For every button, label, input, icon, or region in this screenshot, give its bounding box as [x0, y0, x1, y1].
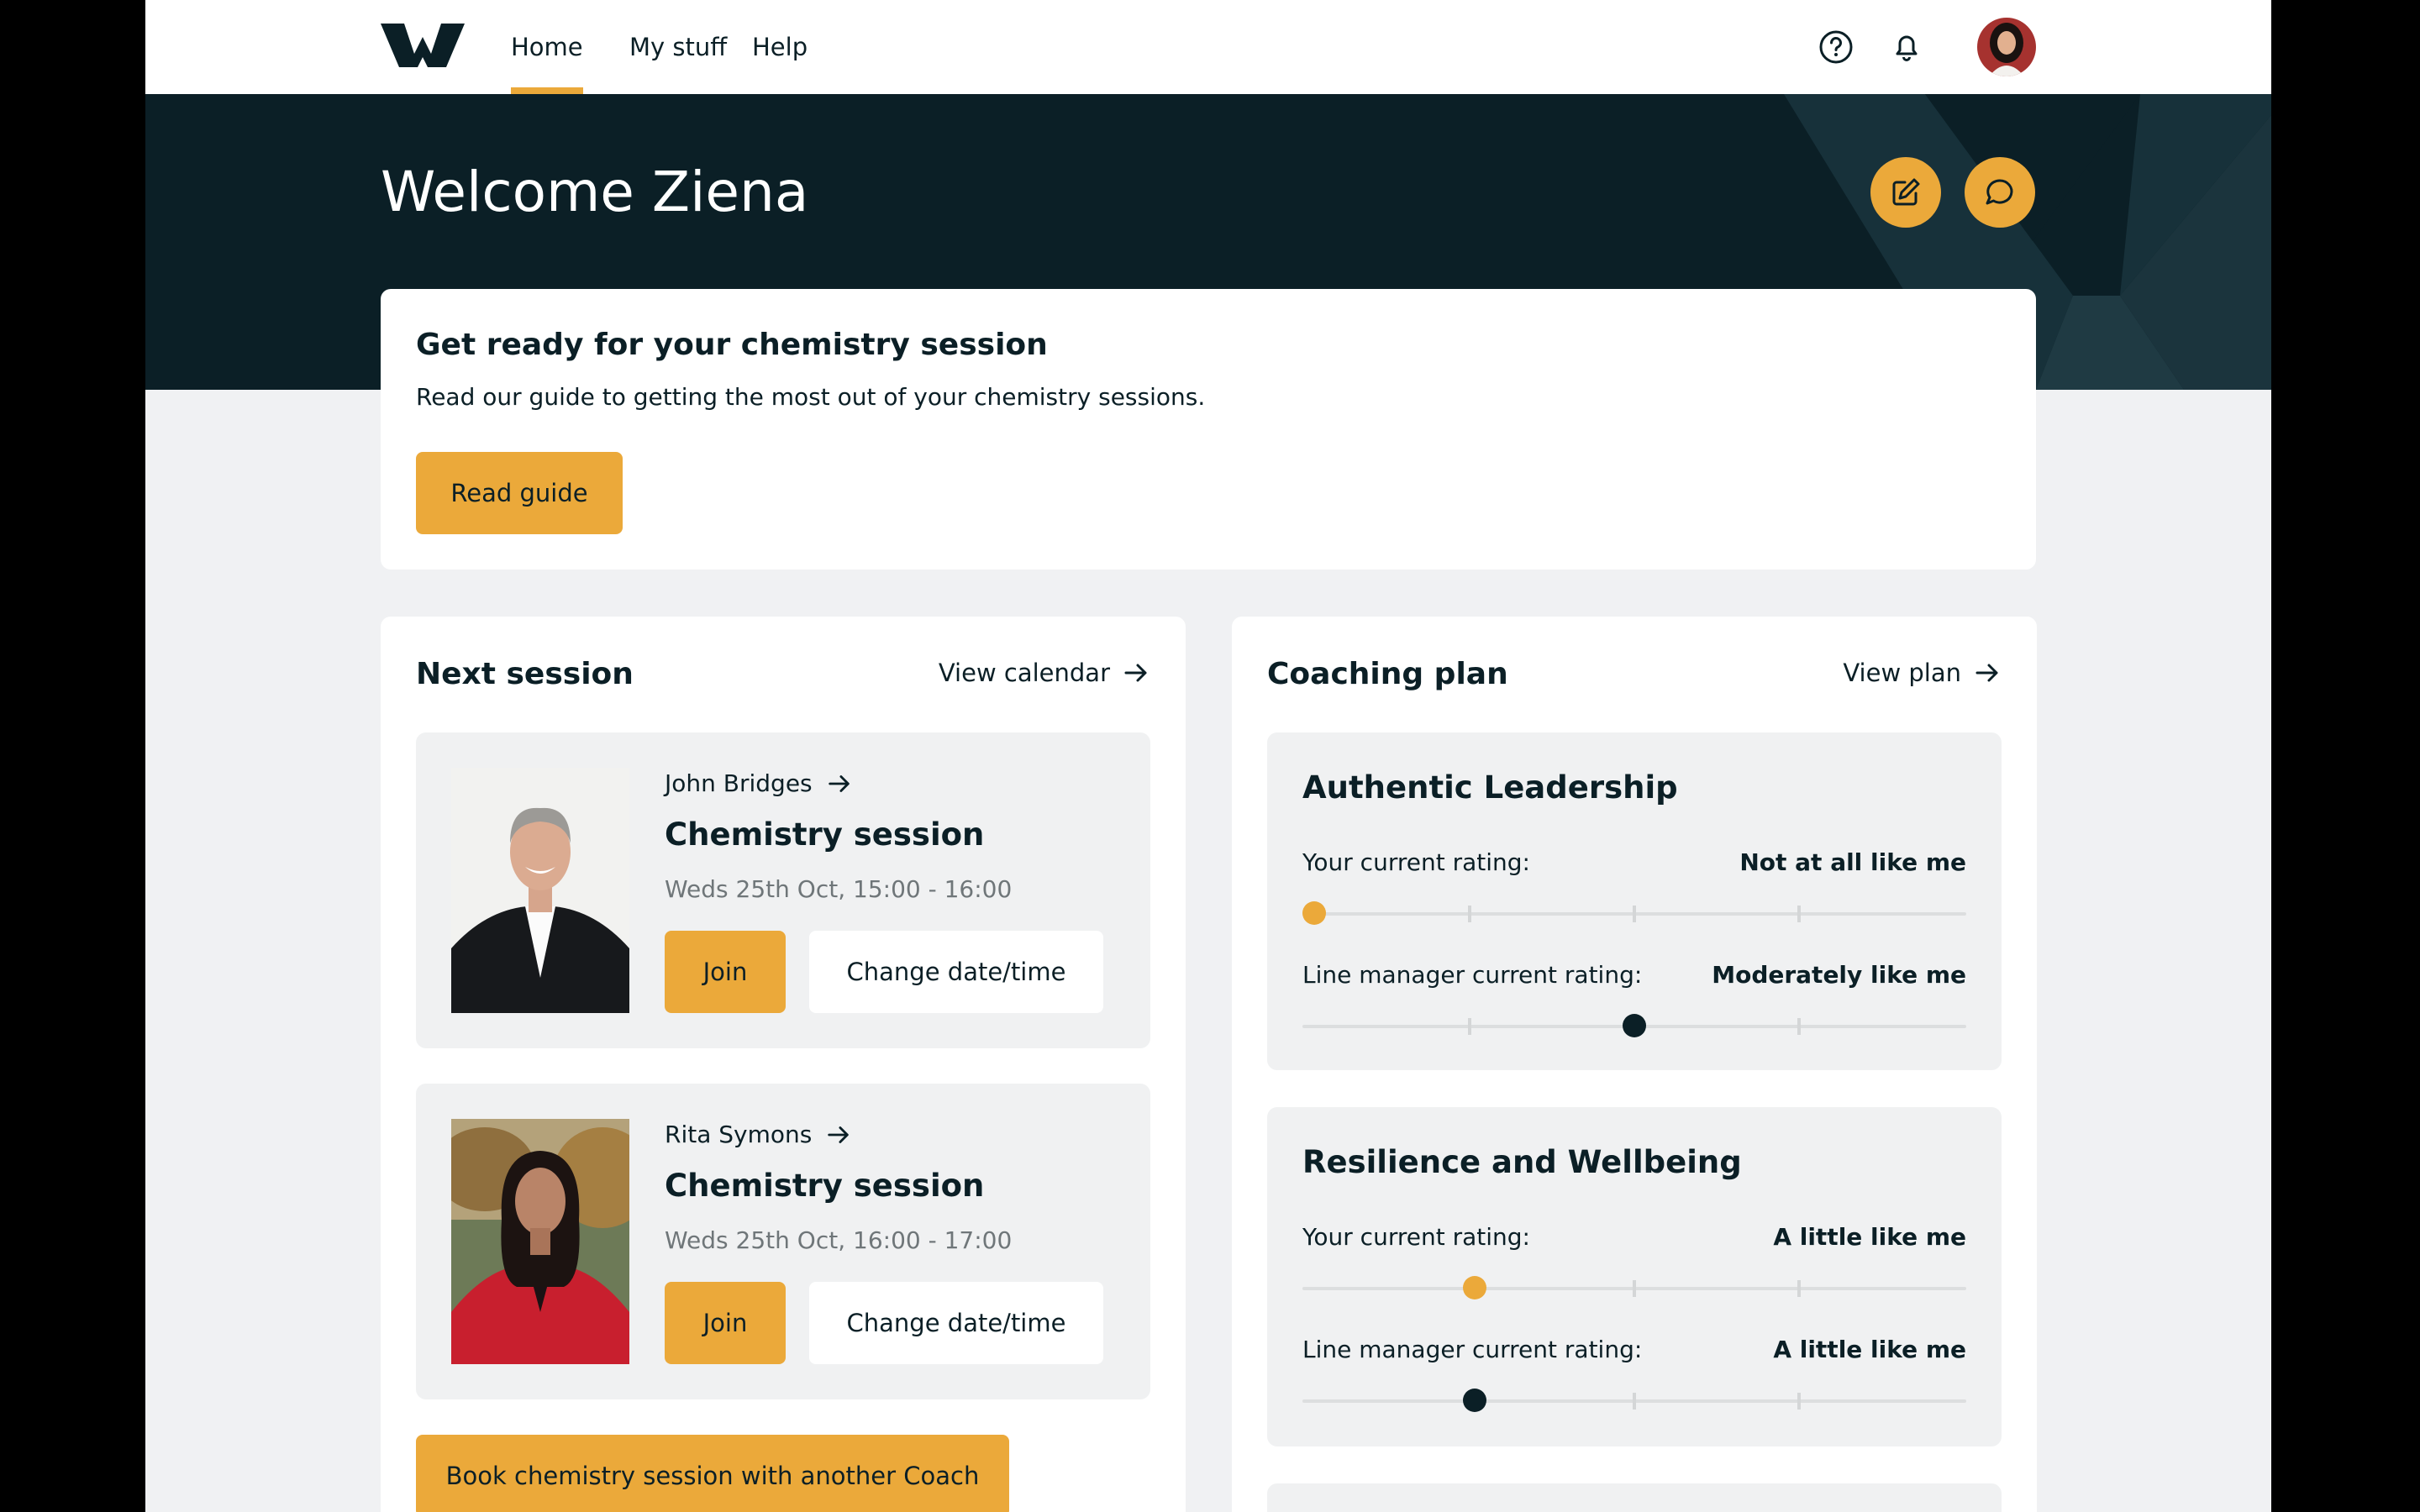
manager-rating-value: A little like me: [1773, 1336, 1966, 1363]
next-session-card: Next session View calendar John Bridges …: [381, 617, 1186, 1512]
change-datetime-button[interactable]: Change date/time: [809, 931, 1103, 1013]
chat-bubble-icon: [1986, 179, 2013, 205]
logo-icon[interactable]: [381, 20, 465, 71]
your-rating-value: A little like me: [1773, 1223, 1966, 1251]
arrow-right-icon: [828, 1126, 850, 1143]
your-rating-label: Your current rating:: [1302, 848, 1530, 876]
join-button[interactable]: Join: [665, 1282, 786, 1364]
welcome-heading: Welcome Ziena: [381, 160, 809, 224]
manager-rating-label: Line manager current rating:: [1302, 1336, 1643, 1363]
view-plan-link[interactable]: View plan: [1843, 659, 2002, 687]
app-frame: Home My stuff Help Welcome Ziena Get rea…: [145, 0, 2271, 1512]
avatar[interactable]: [1977, 18, 2036, 76]
plan-item-title: Authentic Leadership: [1302, 769, 1678, 806]
coach-name-link[interactable]: John Bridges: [665, 769, 853, 797]
your-rating-knob: [1302, 901, 1326, 925]
session-item: John Bridges Chemistry session Weds 25th…: [416, 732, 1150, 1048]
plan-item-title: Resilience and Wellbeing: [1302, 1144, 1742, 1180]
coaching-plan-heading: Coaching plan: [1267, 657, 1508, 691]
your-rating-label: Your current rating:: [1302, 1223, 1530, 1251]
manager-rating-knob: [1623, 1014, 1646, 1037]
tab-my-stuff[interactable]: My stuff: [629, 0, 727, 94]
session-title: Chemistry session: [665, 816, 985, 853]
guide-description: Read our guide to getting the most out o…: [416, 383, 1206, 411]
arrow-right-icon: [1975, 664, 1998, 682]
plan-item: Resilience and Wellbeing Your current ra…: [1267, 1107, 2002, 1446]
coach-name: Rita Symons: [665, 1121, 813, 1148]
edit-button[interactable]: [1870, 157, 1941, 228]
coach-photo: [451, 1119, 629, 1364]
bell-icon[interactable]: [1888, 29, 1925, 66]
read-guide-button[interactable]: Read guide: [416, 452, 623, 534]
change-datetime-button[interactable]: Change date/time: [809, 1282, 1103, 1364]
tab-home[interactable]: Home: [511, 0, 583, 94]
session-title: Chemistry session: [665, 1168, 985, 1204]
coach-name: John Bridges: [665, 769, 813, 797]
guide-card: Get ready for your chemistry session Rea…: [381, 289, 2036, 570]
manager-rating-slider: [1302, 1389, 1966, 1412]
book-another-coach-button[interactable]: Book chemistry session with another Coac…: [416, 1435, 1009, 1512]
view-plan-label: View plan: [1843, 659, 1961, 687]
view-calendar-label: View calendar: [938, 659, 1110, 687]
edit-icon: [1892, 178, 1920, 206]
your-rating-knob: [1462, 1276, 1486, 1299]
help-circle-icon[interactable]: [1818, 29, 1854, 66]
coaching-plan-card: Coaching plan View plan Authentic Leader…: [1232, 617, 2037, 1512]
manager-rating-knob: [1462, 1389, 1486, 1412]
session-time: Weds 25th Oct, 15:00 - 16:00: [665, 875, 1013, 903]
tab-help[interactable]: Help: [752, 0, 808, 94]
coach-photo: [451, 768, 629, 1013]
view-calendar-link[interactable]: View calendar: [939, 659, 1150, 687]
session-item: Rita Symons Chemistry session Weds 25th …: [416, 1084, 1150, 1399]
session-time: Weds 25th Oct, 16:00 - 17:00: [665, 1226, 1013, 1254]
manager-rating-value: Moderately like me: [1712, 961, 1966, 989]
manager-rating-slider: [1302, 1014, 1966, 1037]
arrow-right-icon: [1124, 664, 1147, 682]
chat-button[interactable]: [1965, 157, 2035, 228]
top-nav: Home My stuff Help: [145, 0, 2271, 94]
your-rating-slider: [1302, 1276, 1966, 1299]
next-session-heading: Next session: [416, 657, 634, 691]
arrow-right-icon: [828, 774, 850, 792]
join-button[interactable]: Join: [665, 931, 786, 1013]
plan-item: Authentic Leadership Your current rating…: [1267, 732, 2002, 1070]
your-rating-value: Not at all like me: [1739, 848, 1966, 876]
your-rating-slider: [1302, 901, 1966, 925]
manager-rating-label: Line manager current rating:: [1302, 961, 1643, 989]
coach-name-link[interactable]: Rita Symons: [665, 1121, 852, 1148]
plan-item: [1267, 1483, 2002, 1512]
guide-title: Get ready for your chemistry session: [416, 328, 1048, 362]
